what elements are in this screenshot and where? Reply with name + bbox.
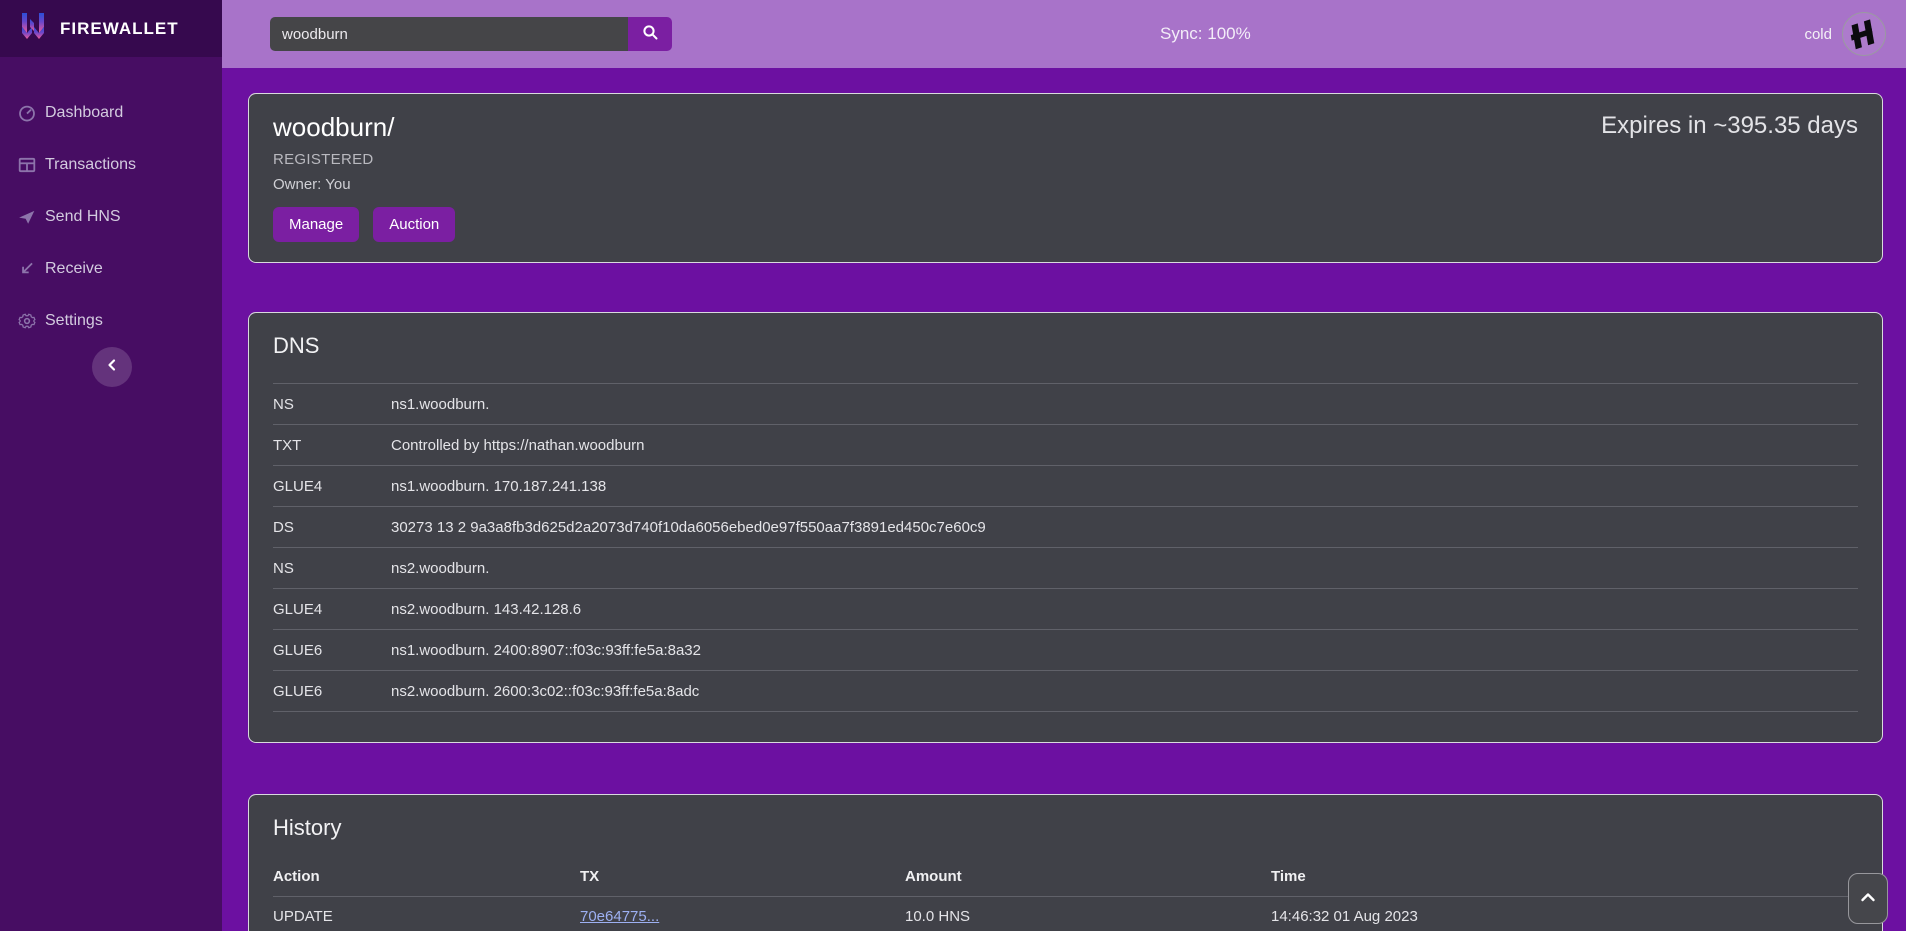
dns-record-value: ns1.woodburn. (391, 396, 1858, 413)
tx-link[interactable]: 70e64775... (580, 908, 659, 925)
sidebar-item-send-hns[interactable]: Send HNS (0, 191, 222, 243)
dns-card-title: DNS (273, 333, 1858, 359)
dns-record-value: ns1.woodburn. 170.187.241.138 (391, 478, 1858, 495)
history-card-title: History (273, 815, 1858, 841)
receive-icon (18, 260, 36, 278)
dns-record-row: NS ns2.woodburn. (273, 548, 1858, 589)
search-input[interactable] (270, 17, 628, 51)
dns-table: NS ns1.woodburn. TXT Controlled by https… (273, 383, 1858, 712)
dns-record-row: DS 30273 13 2 9a3a8fb3d625d2a2073d740f10… (273, 507, 1858, 548)
sidebar-item-dashboard[interactable]: Dashboard (0, 87, 222, 139)
dns-record-row: TXT Controlled by https://nathan.woodbur… (273, 425, 1858, 466)
history-row: UPDATE 70e64775... 10.0 HNS 14:46:32 01 … (273, 897, 1858, 931)
dns-card: DNS NS ns1.woodburn. TXT Controlled by h… (248, 312, 1883, 743)
sidebar-item-label: Settings (45, 312, 103, 330)
sync-status: Sync: 100% (1160, 0, 1251, 68)
manage-button[interactable]: Manage (273, 207, 359, 242)
dns-record-row: GLUE4 ns1.woodburn. 170.187.241.138 (273, 466, 1858, 507)
gear-icon (18, 312, 36, 330)
domain-actions: Manage Auction (273, 207, 455, 242)
search-button[interactable] (628, 17, 672, 51)
chevron-up-icon (1860, 890, 1876, 908)
domain-card-left: woodburn/ REGISTERED Owner: You Manage A… (273, 112, 455, 242)
sidebar-item-transactions[interactable]: Transactions (0, 139, 222, 191)
dns-record-type: TXT (273, 437, 391, 454)
dns-record-value: 30273 13 2 9a3a8fb3d625d2a2073d740f10da6… (391, 519, 1858, 536)
wallet-selector[interactable]: cold (1804, 12, 1886, 56)
sidebar-nav: Dashboard Transactions Send HNS (0, 87, 222, 347)
wallet-name: cold (1804, 26, 1832, 43)
main-content: woodburn/ REGISTERED Owner: You Manage A… (222, 68, 1906, 931)
dns-record-type: NS (273, 396, 391, 413)
dns-record-row: GLUE6 ns1.woodburn. 2400:8907::f03c:93ff… (273, 630, 1858, 671)
auction-button[interactable]: Auction (373, 207, 455, 242)
table-icon (18, 156, 36, 174)
history-amount: 10.0 HNS (905, 908, 1271, 925)
dns-record-value: ns2.woodburn. 2600:3c02::f03c:93ff:fe5a:… (391, 683, 1858, 700)
dns-record-value: ns1.woodburn. 2400:8907::f03c:93ff:fe5a:… (391, 642, 1858, 659)
topbar: Sync: 100% cold (222, 0, 1906, 68)
sidebar-item-label: Receive (45, 260, 103, 278)
sidebar-header: FIREWALLET (0, 0, 222, 57)
dns-record-type: GLUE4 (273, 601, 391, 618)
dns-record-type: DS (273, 519, 391, 536)
dns-record-type: GLUE6 (273, 642, 391, 659)
history-table: Action TX Amount Time UPDATE 70e64775...… (273, 857, 1858, 931)
dns-record-type: NS (273, 560, 391, 577)
dns-record-row: GLUE6 ns2.woodburn. 2600:3c02::f03c:93ff… (273, 671, 1858, 712)
handshake-logo-icon[interactable] (1842, 12, 1886, 56)
expires-label: Expires in ~395.35 days (1601, 112, 1858, 242)
search-bar (270, 17, 672, 51)
sidebar-item-label: Dashboard (45, 104, 123, 122)
history-header-row: Action TX Amount Time (273, 857, 1858, 897)
dns-record-row: NS ns1.woodburn. (273, 384, 1858, 425)
history-col-time: Time (1271, 868, 1858, 885)
dns-record-type: GLUE6 (273, 683, 391, 700)
domain-owner: Owner: You (273, 176, 455, 193)
brand-name: FIREWALLET (60, 19, 179, 39)
domain-title: woodburn/ (273, 112, 455, 143)
dns-record-value: Controlled by https://nathan.woodburn (391, 437, 1858, 454)
scroll-to-top-button[interactable] (1848, 873, 1888, 924)
history-col-action: Action (273, 868, 580, 885)
history-action: UPDATE (273, 908, 580, 925)
dns-record-value: ns2.woodburn. 143.42.128.6 (391, 601, 1858, 618)
dns-record-row: GLUE4 ns2.woodburn. 143.42.128.6 (273, 589, 1858, 630)
sidebar-item-receive[interactable]: Receive (0, 243, 222, 295)
sidebar-item-label: Transactions (45, 156, 136, 174)
dashboard-icon (18, 104, 36, 122)
sidebar: FIREWALLET Dashboard Transactions (0, 0, 222, 931)
domain-status: REGISTERED (273, 151, 455, 168)
history-card: History Action TX Amount Time UPDATE 70e… (248, 794, 1883, 931)
dns-record-type: GLUE4 (273, 478, 391, 495)
sidebar-collapse-button[interactable] (92, 347, 132, 387)
firewallet-logo-icon (18, 11, 48, 46)
history-col-amount: Amount (905, 868, 1271, 885)
history-col-tx: TX (580, 868, 905, 885)
sidebar-item-label: Send HNS (45, 208, 121, 226)
dns-record-value: ns2.woodburn. (391, 560, 1858, 577)
search-icon (642, 24, 659, 44)
send-icon (18, 208, 36, 226)
domain-card: woodburn/ REGISTERED Owner: You Manage A… (248, 93, 1883, 263)
history-time: 14:46:32 01 Aug 2023 (1271, 908, 1858, 925)
sidebar-item-settings[interactable]: Settings (0, 295, 222, 347)
chevron-left-icon (105, 358, 119, 377)
